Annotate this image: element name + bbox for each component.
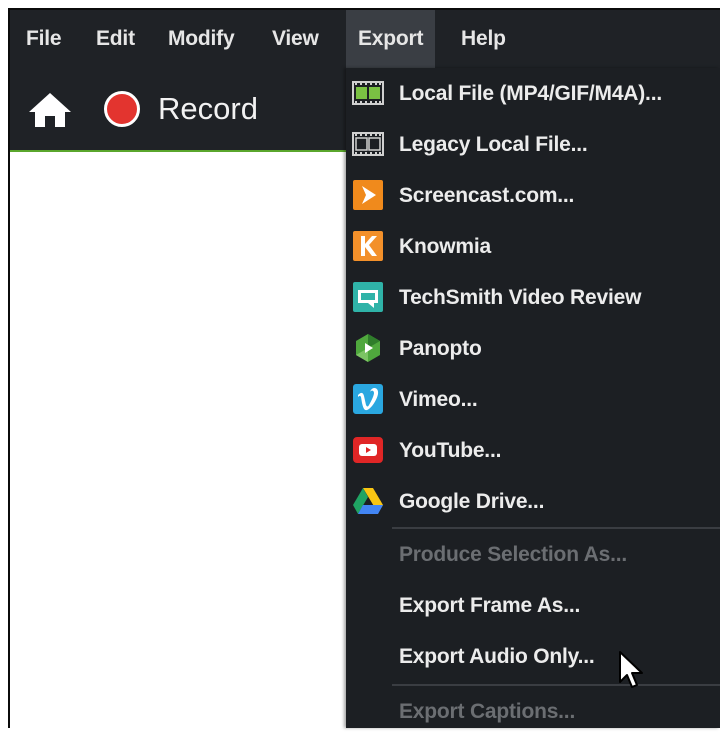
menu-item-label: TechSmith Video Review bbox=[399, 286, 642, 309]
menu-item-panopto[interactable]: Panopto bbox=[346, 323, 720, 374]
menu-item-knowmia[interactable]: Knowmia bbox=[346, 221, 720, 272]
home-icon[interactable] bbox=[28, 92, 72, 128]
menu-item-label: Google Drive... bbox=[399, 490, 545, 513]
menu-item-export-frame-as[interactable]: Export Frame As... bbox=[346, 580, 720, 631]
menu-item-produce-selection-as: Produce Selection As... bbox=[346, 529, 720, 580]
menu-item-label: Legacy Local File... bbox=[399, 133, 588, 156]
knowmia-icon bbox=[353, 231, 383, 261]
menu-item-legacy-local-file[interactable]: Legacy Local File... bbox=[346, 119, 720, 170]
menu-item-export-audio-only[interactable]: Export Audio Only... bbox=[346, 631, 720, 682]
menu-item-label: Export Audio Only... bbox=[399, 645, 595, 668]
menu-item-label: Screencast.com... bbox=[399, 184, 575, 207]
menu-item-label: Produce Selection As... bbox=[399, 543, 628, 566]
youtube-icon bbox=[353, 437, 383, 463]
menu-export[interactable]: Export bbox=[346, 10, 436, 68]
menu-item-techsmith-video-review[interactable]: TechSmith Video Review bbox=[346, 272, 720, 323]
menu-item-label: YouTube... bbox=[399, 439, 502, 462]
menu-modify[interactable]: Modify bbox=[160, 10, 242, 68]
menu-item-google-drive[interactable]: Google Drive... bbox=[346, 476, 720, 527]
mouse-pointer-icon bbox=[619, 651, 643, 688]
menu-bar: File Edit Modify View Export Help bbox=[10, 10, 720, 68]
film-strip-green-icon bbox=[352, 81, 384, 105]
export-dropdown-menu: Local File (MP4/GIF/M4A)... Legacy Local… bbox=[346, 68, 720, 728]
menu-help[interactable]: Help bbox=[453, 10, 514, 68]
record-button[interactable]: Record bbox=[158, 88, 258, 130]
menu-item-label: Knowmia bbox=[399, 235, 491, 258]
screencast-icon bbox=[353, 180, 383, 210]
menu-item-label: Local File (MP4/GIF/M4A)... bbox=[399, 82, 662, 105]
panopto-icon bbox=[356, 334, 380, 362]
menu-item-label: Export Frame As... bbox=[399, 594, 581, 617]
menu-file[interactable]: File bbox=[18, 10, 69, 68]
google-drive-icon bbox=[353, 488, 383, 514]
menu-item-youtube[interactable]: YouTube... bbox=[346, 425, 720, 476]
menu-item-export-captions: Export Captions... bbox=[346, 686, 720, 737]
menu-item-label: Export Captions... bbox=[399, 700, 576, 723]
menu-item-local-file[interactable]: Local File (MP4/GIF/M4A)... bbox=[346, 68, 720, 119]
film-strip-icon bbox=[352, 132, 384, 156]
menu-item-label: Vimeo... bbox=[399, 388, 478, 411]
menu-item-vimeo[interactable]: Vimeo... bbox=[346, 374, 720, 425]
menu-edit[interactable]: Edit bbox=[88, 10, 143, 68]
menu-view[interactable]: View bbox=[264, 10, 327, 68]
toolbar: Record bbox=[10, 68, 346, 152]
menu-item-label: Panopto bbox=[399, 337, 482, 360]
menu-item-screencast[interactable]: Screencast.com... bbox=[346, 170, 720, 221]
vimeo-icon bbox=[353, 384, 383, 414]
video-review-icon bbox=[353, 282, 383, 312]
record-icon[interactable] bbox=[104, 91, 140, 127]
